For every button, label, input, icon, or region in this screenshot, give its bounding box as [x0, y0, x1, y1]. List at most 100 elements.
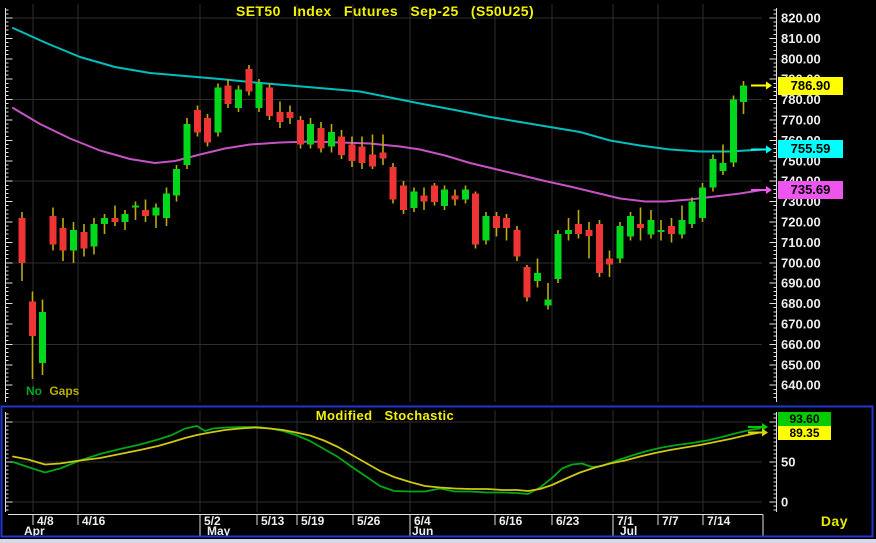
axis-label: 650.00 [781, 358, 821, 373]
candle-down [637, 224, 644, 228]
candle-down [421, 196, 428, 202]
candle-up [132, 206, 139, 208]
interval-label[interactable]: Day [786, 513, 848, 529]
candle-down [81, 232, 88, 249]
axis-label: 6/16 [499, 514, 523, 528]
axis-label: 7/14 [707, 514, 731, 528]
axis-label: 660.00 [781, 337, 821, 352]
window-bottom-strip [0, 539, 876, 543]
candle-up [411, 192, 418, 209]
candlesticks [19, 65, 748, 379]
candle-down [596, 224, 603, 273]
candle-down [225, 86, 232, 105]
candle-down [204, 118, 211, 143]
moving-averages [13, 28, 762, 202]
candle-down [338, 137, 345, 156]
arrow-icon [762, 429, 768, 437]
stoch-d-value-marker: 89.35 [778, 426, 831, 440]
candle-up [70, 230, 77, 251]
axis-label: 5/19 [301, 514, 325, 528]
candle-up [699, 188, 706, 219]
chart-canvas[interactable]: 820.00810.00800.00790.00780.00770.00760.… [0, 0, 876, 543]
candle-up [256, 84, 263, 109]
candle-down [287, 112, 294, 118]
candle-down [142, 210, 149, 216]
axis-label: 0 [781, 495, 788, 510]
candle-down [194, 110, 201, 133]
gridlines [8, 4, 762, 512]
axis-label: 810.00 [781, 31, 821, 46]
candle-up [39, 312, 46, 363]
candle-up [740, 86, 747, 103]
stochastic-lines [13, 426, 760, 494]
stochastic-title: Modified Stochastic [8, 408, 762, 423]
candle-down [431, 186, 438, 203]
candle-down [369, 155, 376, 167]
candle-down [60, 228, 67, 251]
axis-label: 670.00 [781, 317, 821, 332]
axis-label: 5/13 [261, 514, 285, 528]
candle-up [689, 202, 696, 225]
candle-up [91, 224, 98, 247]
date-axis[interactable]: 4/84/165/25/135/195/266/46/166/237/17/77… [8, 514, 763, 538]
chart-window: 820.00810.00800.00790.00780.00770.00760.… [0, 0, 876, 543]
axis-label: 820.00 [781, 11, 821, 26]
candle-down [472, 194, 479, 245]
candle-up [462, 190, 469, 200]
candle-down [452, 196, 459, 200]
candle-up [101, 218, 108, 224]
stochastic-panel-border [2, 407, 873, 537]
candle-down [246, 69, 253, 92]
arrow-icon [766, 186, 772, 194]
candle-up [565, 230, 572, 234]
axis-label: 700.00 [781, 256, 821, 271]
candle-down [400, 186, 407, 211]
candle-down [349, 145, 356, 162]
candle-down [29, 302, 36, 337]
candle-up [163, 194, 170, 219]
candle-up [441, 190, 448, 207]
candle-up [215, 88, 222, 133]
axis-label: 6/23 [556, 514, 580, 528]
candle-up [545, 300, 552, 306]
chart-title: SET50 Index Futures Sep-25 (S50U25) [8, 3, 762, 19]
no-gaps-word-no: No [26, 384, 42, 398]
candle-down [493, 216, 500, 228]
arrow-icon [766, 82, 772, 90]
candle-down [297, 120, 304, 145]
candle-up [307, 124, 314, 145]
candle-down [586, 230, 593, 236]
candle-up [648, 220, 655, 235]
candle-up [720, 163, 727, 171]
candle-up [122, 214, 129, 222]
candle-down [318, 128, 325, 149]
no-gaps-word-gaps: Gaps [49, 384, 79, 398]
candle-down [277, 112, 284, 122]
candle-up [730, 100, 737, 163]
candle-up [679, 220, 686, 235]
no-gaps-annotation: No Gaps [26, 384, 79, 398]
axis-label: 800.00 [781, 52, 821, 67]
candle-up [555, 234, 562, 279]
last-price-marker: 786.90 [778, 77, 843, 95]
slow-ma-price-marker: 755.59 [778, 140, 843, 158]
fast-ma-price-marker: 735.69 [778, 181, 843, 199]
marker-arrows [748, 82, 772, 437]
axis-label: 50 [781, 455, 795, 470]
axis-label: 640.00 [781, 378, 821, 393]
candle-up [483, 216, 490, 241]
candle-up [328, 132, 335, 147]
candle-down [606, 259, 613, 265]
candle-down [359, 147, 366, 164]
candle-down [50, 216, 57, 245]
candle-down [524, 267, 531, 298]
axis-label: 690.00 [781, 276, 821, 291]
price-rulers[interactable] [6, 8, 777, 512]
candle-down [380, 153, 387, 159]
candle-down [390, 167, 397, 200]
axis-label: 720.00 [781, 215, 821, 230]
axis-label: 680.00 [781, 296, 821, 311]
candle-up [617, 226, 624, 259]
candle-up [153, 208, 160, 216]
axis-label: 7/7 [662, 514, 679, 528]
